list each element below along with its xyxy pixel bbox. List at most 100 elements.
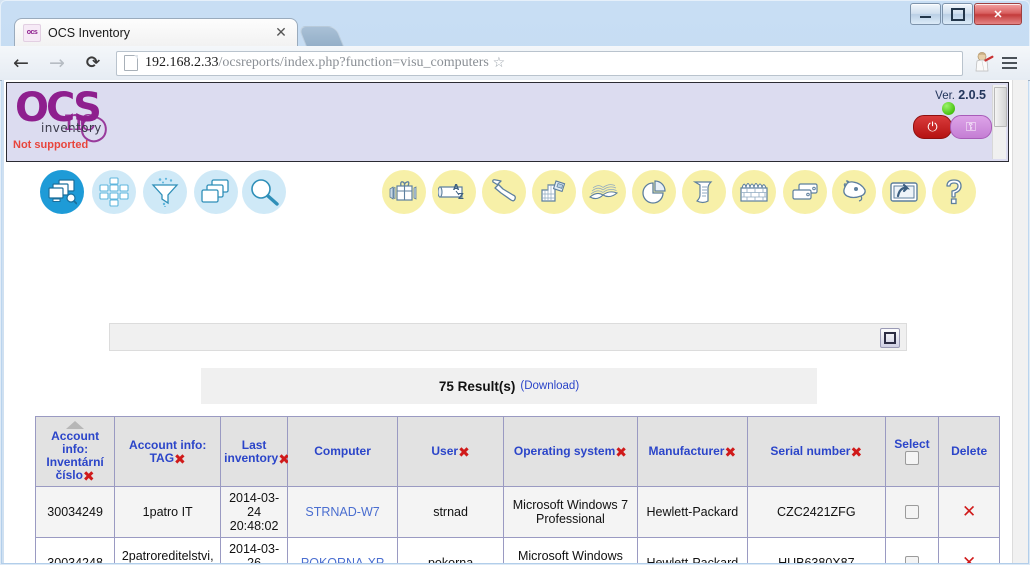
cell-user: strnad bbox=[397, 486, 505, 538]
results-table-wrapper: Account info: Inventární číslo✖ Account … bbox=[34, 416, 1000, 563]
column-header-manufacturer[interactable]: Manufacturer✖ bbox=[636, 416, 748, 487]
cell-computer[interactable]: POKORNA-XP bbox=[287, 537, 399, 563]
cell-computer[interactable]: STRNAD-W7 bbox=[287, 486, 399, 538]
ocs-favicon-icon: ocs bbox=[23, 23, 41, 42]
remove-column-icon[interactable]: ✖ bbox=[174, 452, 186, 468]
new-tab-button[interactable] bbox=[297, 26, 345, 47]
toolbar-icon-help[interactable] bbox=[932, 170, 976, 214]
column-label: Serial number bbox=[770, 444, 851, 458]
remove-column-icon[interactable]: ✖ bbox=[850, 445, 862, 461]
column-header-computer[interactable]: Computer bbox=[287, 416, 399, 487]
toolbar-icon-open-book[interactable] bbox=[582, 170, 626, 214]
toolbar-icon-search[interactable] bbox=[242, 170, 286, 214]
cell-operating-system: Microsoft Windows 7 Professional bbox=[503, 486, 638, 538]
svg-text:A: A bbox=[453, 183, 460, 192]
scroll-report-icon bbox=[692, 181, 713, 204]
select-all-checkbox[interactable] bbox=[904, 451, 919, 465]
toolbar-icon-wrench-config[interactable] bbox=[482, 170, 526, 214]
table-row[interactable]: 30034248 2patroreditelstvi, EU 2014-03-2… bbox=[34, 537, 1000, 563]
forward-button[interactable]: → bbox=[42, 48, 72, 78]
pie-chart-icon bbox=[642, 180, 666, 204]
panel-toggle-icon[interactable] bbox=[880, 328, 900, 348]
computer-link[interactable]: POKORNA-XP bbox=[301, 556, 384, 563]
toolbar-icon-computer-tree[interactable] bbox=[92, 170, 136, 214]
login-account-button[interactable]: ⚿ bbox=[950, 115, 992, 139]
maximize-icon bbox=[950, 7, 965, 21]
label-az-icon: A Z bbox=[438, 183, 464, 201]
toolbar-icon-package-deploy[interactable] bbox=[382, 170, 426, 214]
toolbar-icon-multiple-windows[interactable] bbox=[194, 170, 238, 214]
tab-title: OCS Inventory bbox=[48, 25, 130, 40]
tab-close-icon[interactable]: ✕ bbox=[273, 25, 289, 41]
column-label: Last inventory bbox=[224, 437, 279, 465]
cell-inventory-number: 30034248 bbox=[34, 537, 116, 563]
toolbar-icon-filter[interactable] bbox=[143, 170, 187, 214]
header-scrollbar-thumb[interactable] bbox=[994, 87, 1007, 127]
cell-delete[interactable]: ✕ bbox=[938, 486, 1000, 538]
tab-ocs-inventory[interactable]: ocs OCS Inventory ✕ bbox=[14, 18, 298, 46]
remove-column-icon[interactable]: ✖ bbox=[83, 469, 95, 485]
cell-tag: 1patro IT bbox=[114, 486, 222, 538]
maximize-button[interactable] bbox=[942, 3, 973, 25]
svg-text:Z: Z bbox=[458, 192, 464, 201]
close-button[interactable]: ✕ bbox=[974, 3, 1022, 25]
toolbar-icon-building-registry[interactable] bbox=[532, 170, 576, 214]
column-label: Operating system bbox=[513, 444, 616, 458]
toolbar-icon-user-profile[interactable] bbox=[832, 170, 876, 214]
browser-toolbar: ← → ⟳ 192.168.2.33/ocsreports/index.php?… bbox=[0, 46, 1030, 81]
browser-menu-icon[interactable] bbox=[996, 50, 1022, 76]
result-count-bar: 75 Result(s) (Download) bbox=[201, 368, 817, 404]
column-label: Account info: TAG bbox=[129, 437, 207, 465]
page-viewport: OCS nc ○ inventory Not supported Ver. 2.… bbox=[2, 80, 1028, 563]
url-path: /ocsreports/index.php?function=visu_comp… bbox=[218, 55, 489, 70]
column-label: Select bbox=[894, 437, 930, 451]
ocs-logo[interactable]: OCS nc ○ inventory bbox=[15, 85, 125, 147]
search-toolbar[interactable] bbox=[109, 323, 907, 351]
address-bar[interactable]: 192.168.2.33/ocsreports/index.php?functi… bbox=[116, 50, 963, 76]
tab-strip: ocs OCS Inventory ✕ bbox=[0, 0, 1030, 47]
column-header-inventory-number[interactable]: Account info: Inventární číslo✖ bbox=[34, 416, 116, 487]
cell-select[interactable] bbox=[884, 486, 940, 538]
package-deploy-icon bbox=[389, 181, 417, 201]
download-link[interactable]: (Download) bbox=[520, 380, 579, 392]
cell-serial-number: HUB6380X87 bbox=[746, 537, 886, 563]
logout-button[interactable]: ⏻ bbox=[913, 115, 952, 139]
column-header-last-inventory[interactable]: Last inventory✖ bbox=[220, 416, 290, 487]
minimize-button[interactable] bbox=[910, 3, 941, 25]
page-scrollbar[interactable] bbox=[1012, 80, 1028, 563]
column-header-operating-system[interactable]: Operating system✖ bbox=[503, 416, 638, 487]
extension-icon[interactable] bbox=[970, 51, 996, 75]
toolbar-icon-all-computers[interactable] bbox=[40, 170, 84, 214]
version-number: 2.0.5 bbox=[958, 88, 986, 102]
column-header-user[interactable]: User✖ bbox=[397, 416, 505, 487]
toolbar-icon-screenshot[interactable] bbox=[882, 170, 926, 214]
table-row[interactable]: 30034249 1patro IT 2014-03-24 20:48:02 S… bbox=[34, 486, 1000, 538]
back-button[interactable]: ← bbox=[6, 48, 36, 78]
bookmark-star-icon[interactable]: ☆ bbox=[489, 55, 509, 71]
toolbar-icon-label-az[interactable]: A Z bbox=[432, 170, 476, 214]
cell-delete[interactable]: ✕ bbox=[938, 537, 1000, 563]
cell-select[interactable] bbox=[884, 537, 940, 563]
toolbar-icon-tags[interactable] bbox=[783, 170, 827, 214]
logo-inventory-text: inventory bbox=[41, 121, 102, 135]
sort-ascending-icon[interactable] bbox=[66, 421, 85, 429]
remove-column-icon[interactable]: ✖ bbox=[724, 445, 736, 461]
row-select-checkbox[interactable] bbox=[904, 556, 919, 563]
screenshot-icon bbox=[890, 182, 918, 202]
building-registry-icon bbox=[541, 180, 566, 202]
remove-column-icon[interactable]: ✖ bbox=[615, 445, 627, 461]
cell-last-inventory: 2014-03-24 20:48:02 bbox=[220, 486, 289, 538]
cell-tag: 2patroreditelstvi, EU bbox=[114, 537, 222, 563]
toolbar-icon-scroll-report[interactable] bbox=[682, 170, 726, 214]
row-select-checkbox[interactable] bbox=[904, 505, 919, 520]
column-header-serial-number[interactable]: Serial number✖ bbox=[746, 416, 886, 487]
delete-row-icon[interactable]: ✕ bbox=[962, 553, 976, 563]
computer-link[interactable]: STRNAD-W7 bbox=[305, 505, 379, 519]
column-header-tag[interactable]: Account info: TAG✖ bbox=[114, 416, 222, 487]
remove-column-icon[interactable]: ✖ bbox=[458, 445, 470, 461]
reload-button[interactable]: ⟳ bbox=[78, 48, 108, 78]
toolbar-icon-firewall[interactable] bbox=[732, 170, 776, 214]
header-scrollbar[interactable] bbox=[992, 85, 1007, 159]
toolbar-icon-pie-chart[interactable] bbox=[632, 170, 676, 214]
delete-row-icon[interactable]: ✕ bbox=[962, 502, 976, 522]
